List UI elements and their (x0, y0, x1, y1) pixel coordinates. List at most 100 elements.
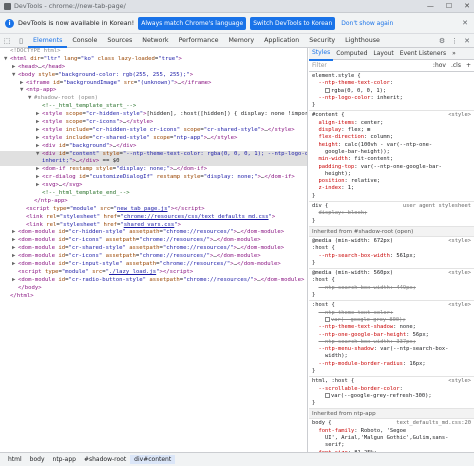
style-declaration: } (312, 367, 316, 374)
dom-node-line[interactable]: ▶ <head>…</head> (0, 64, 307, 72)
dom-node-content: </ntp-app> (34, 197, 68, 204)
breadcrumb-item[interactable]: body (26, 455, 49, 464)
dom-node-line[interactable]: ▶ <style include="cr-hidden-style cr-icon… (0, 127, 307, 135)
switch-to-korean-button[interactable]: Switch DevTools to Korean (250, 16, 336, 30)
style-rule[interactable]: element.style { --ntp-theme-text-color: … (309, 72, 474, 112)
dom-node-line[interactable]: <script type="module" src="./lazy_load.j… (0, 269, 307, 277)
dom-node-content: <style include="cr-shared-style" scope="… (42, 134, 238, 141)
device-toolbar-icon[interactable]: ▯ (14, 37, 28, 45)
tab-security[interactable]: Security (304, 34, 340, 48)
tab-performance[interactable]: Performance (174, 34, 224, 48)
close-icon[interactable]: ✕ (464, 2, 470, 10)
tab-console[interactable]: Console (67, 34, 102, 48)
minimize-icon[interactable]: — (427, 2, 434, 10)
dom-node-line[interactable]: ▶ <dom-module id="cr-hidden-style" assetp… (0, 229, 307, 237)
dom-node-line[interactable]: ▶ <style include="cr-shared-style" scope=… (0, 135, 307, 143)
always-match-language-button[interactable]: Always match Chrome's language (138, 16, 247, 30)
tab-lighthouse[interactable]: Lighthouse (340, 34, 385, 48)
style-declaration: @media (min-width: 672px) (312, 237, 394, 244)
close-devtools-icon[interactable]: ✕ (464, 37, 470, 45)
dom-node-line[interactable]: ▶ <dom-module id="cr-shared-style" assetp… (0, 245, 307, 253)
dont-show-again-button[interactable]: Don't show again (339, 17, 395, 30)
style-rule-source-link[interactable]: <style> (448, 238, 471, 244)
tab-elements[interactable]: Elements (28, 34, 68, 48)
dom-node-line[interactable]: ▼ #shadow-root (open) (0, 95, 307, 103)
breadcrumb-item[interactable]: #shadow-root (80, 455, 130, 464)
dom-node-line[interactable]: <link rel="stylesheet" href="shared_vars… (0, 222, 307, 230)
style-rule-source-link[interactable]: <style> (448, 270, 471, 276)
style-declaration: var(--google-grey-800); (312, 316, 471, 324)
dom-node-line[interactable]: ▶ <dom-module id="cr-icons" assetpath="ch… (0, 253, 307, 261)
hover-state-toggle[interactable]: :hov (433, 62, 446, 69)
dom-node-line[interactable]: </html> (0, 293, 307, 301)
style-rule-source-link[interactable]: <style> (448, 112, 471, 118)
dom-node-line[interactable]: ▼ <div id="content" style="--ntp-theme-te… (0, 150, 307, 159)
settings-icon[interactable]: ⚙ (439, 37, 445, 45)
dom-node-line[interactable]: <link rel="stylesheet" href="chrome://re… (0, 214, 307, 222)
dom-node-line[interactable]: </body> (0, 285, 307, 293)
dom-node-line[interactable]: ▶ <dom-module id="cr-radio-button-style" … (0, 277, 307, 285)
dom-node-line[interactable]: </ntp-app> (0, 198, 307, 206)
breadcrumb-item[interactable]: div#content (130, 455, 176, 464)
styles-filter-bar: Filter :hov .cls + (309, 60, 474, 72)
dom-node-line[interactable]: ▶ <style scope="cr-icons">…</style> (0, 119, 307, 127)
tab-network[interactable]: Network (137, 34, 173, 48)
dom-node-line[interactable]: <script type="module" src="new_tab_page.… (0, 206, 307, 214)
dom-node-content: <!--_html_template_start_--> (42, 103, 137, 110)
sidebar-tab-event-listeners[interactable]: Event Listeners (397, 48, 449, 60)
style-rule-source-link[interactable]: text_defaults_md.css:20 (396, 420, 471, 426)
style-rule[interactable]: <style> html, :host { --scrollable-border… (309, 377, 474, 410)
sidebar-tab-styles[interactable]: Styles (309, 48, 334, 61)
dom-node-line[interactable]: ▶ <dom-module id="cr-input-style" assetpa… (0, 261, 307, 269)
dom-node-line[interactable]: ▼ <html dir="ltr" lang="ko" class lazy-lo… (0, 56, 307, 64)
dom-node-line[interactable]: <!--_html_template_start_--> (0, 103, 307, 111)
infobar-close-icon[interactable]: ✕ (462, 19, 468, 27)
tab-memory[interactable]: Memory (223, 34, 259, 48)
class-toggle[interactable]: .cls (451, 62, 461, 69)
dom-node-line[interactable]: ▶ <cr-dialog id="customizeDialogIf" resta… (0, 174, 307, 182)
sidebar-tab-more[interactable]: » (449, 48, 459, 60)
more-menu-icon[interactable]: ⋮ (451, 37, 458, 45)
style-rule-source-link[interactable]: <style> (448, 378, 471, 384)
dom-node-line[interactable]: inherit;">…</div> == $0 (0, 158, 307, 167)
breadcrumb-item[interactable]: ntp-app (49, 455, 80, 464)
sidebar-tab-layout[interactable]: Layout (370, 48, 396, 60)
style-rule-source-link[interactable]: user agent stylesheet (403, 203, 471, 209)
inspect-element-icon[interactable]: ⬚ (0, 37, 14, 45)
styles-filter-input[interactable]: Filter (312, 62, 428, 69)
style-declaration: height: calc(100vh - var(--ntp-one- (318, 141, 433, 148)
breadcrumb-item[interactable]: html (4, 455, 26, 464)
tab-application[interactable]: Application (259, 34, 304, 48)
dom-node-line[interactable]: ▶ <div id="background">…</div> (0, 143, 307, 151)
style-rule[interactable]: <style> @media (min-width: 672px):host { … (309, 237, 474, 270)
dom-node-line[interactable]: ▼ <ntp-app> (0, 87, 307, 95)
new-style-rule-button[interactable]: + (466, 62, 471, 69)
style-declaration: } (312, 102, 316, 109)
dom-node-content: <div id="background">…</div> (42, 142, 137, 149)
style-declaration: width); (312, 353, 348, 360)
style-rule[interactable]: text_defaults_md.css:20 body { font-famil… (309, 419, 474, 452)
dom-node-line[interactable]: ▶ <iframe id="backgroundImage" src="(unkn… (0, 80, 307, 88)
style-rule[interactable]: <style> @media (min-width: 560px):host { … (309, 269, 474, 302)
style-rule-source-link[interactable]: <style> (448, 302, 471, 308)
sidebar-tab-computed[interactable]: Computed (333, 48, 370, 60)
style-declaration: } (312, 217, 316, 224)
window-titlebar: DevTools - chrome://new-tab-page/ — ☐ ✕ (0, 0, 474, 13)
dom-node-line[interactable]: ▶ <style scope="cr-hidden-style">[hidden]… (0, 111, 307, 119)
dom-node-line[interactable]: <!--_html_template_end_--> (0, 190, 307, 198)
dom-node-line[interactable]: ▶ <svg>…</svg> (0, 182, 307, 190)
style-rule[interactable]: <style>:host { --ntp-theme-text-color: v… (309, 301, 474, 378)
dom-node-line[interactable]: ▶ <dom-module id="cr-icons" assetpath="ch… (0, 237, 307, 245)
tab-sources[interactable]: Sources (102, 34, 137, 48)
style-declaration: min-width: fit-content; (318, 156, 394, 163)
dom-node-line[interactable]: <!DOCTYPE html> (0, 48, 307, 56)
elements-tree[interactable]: <!DOCTYPE html> ▼ <html dir="ltr" lang="ko… (0, 48, 308, 452)
breadcrumb: html body ntp-app #shadow-root div#content (0, 452, 474, 466)
dom-node-line[interactable]: ▼ <body style="background-color: rgb(255,… (0, 72, 307, 80)
maximize-icon[interactable]: ☐ (446, 2, 452, 10)
style-rule[interactable]: <style> #content { align-items: center; d… (309, 111, 474, 203)
style-rule[interactable]: user agent stylesheet div { display: bloc… (309, 202, 474, 227)
dom-node-line[interactable]: ▶ <dom-if restamp style="display: none;">… (0, 166, 307, 174)
dom-node-content: <link rel="stylesheet" href="chrome://re… (26, 213, 276, 220)
style-declaration: :host { (312, 245, 335, 252)
